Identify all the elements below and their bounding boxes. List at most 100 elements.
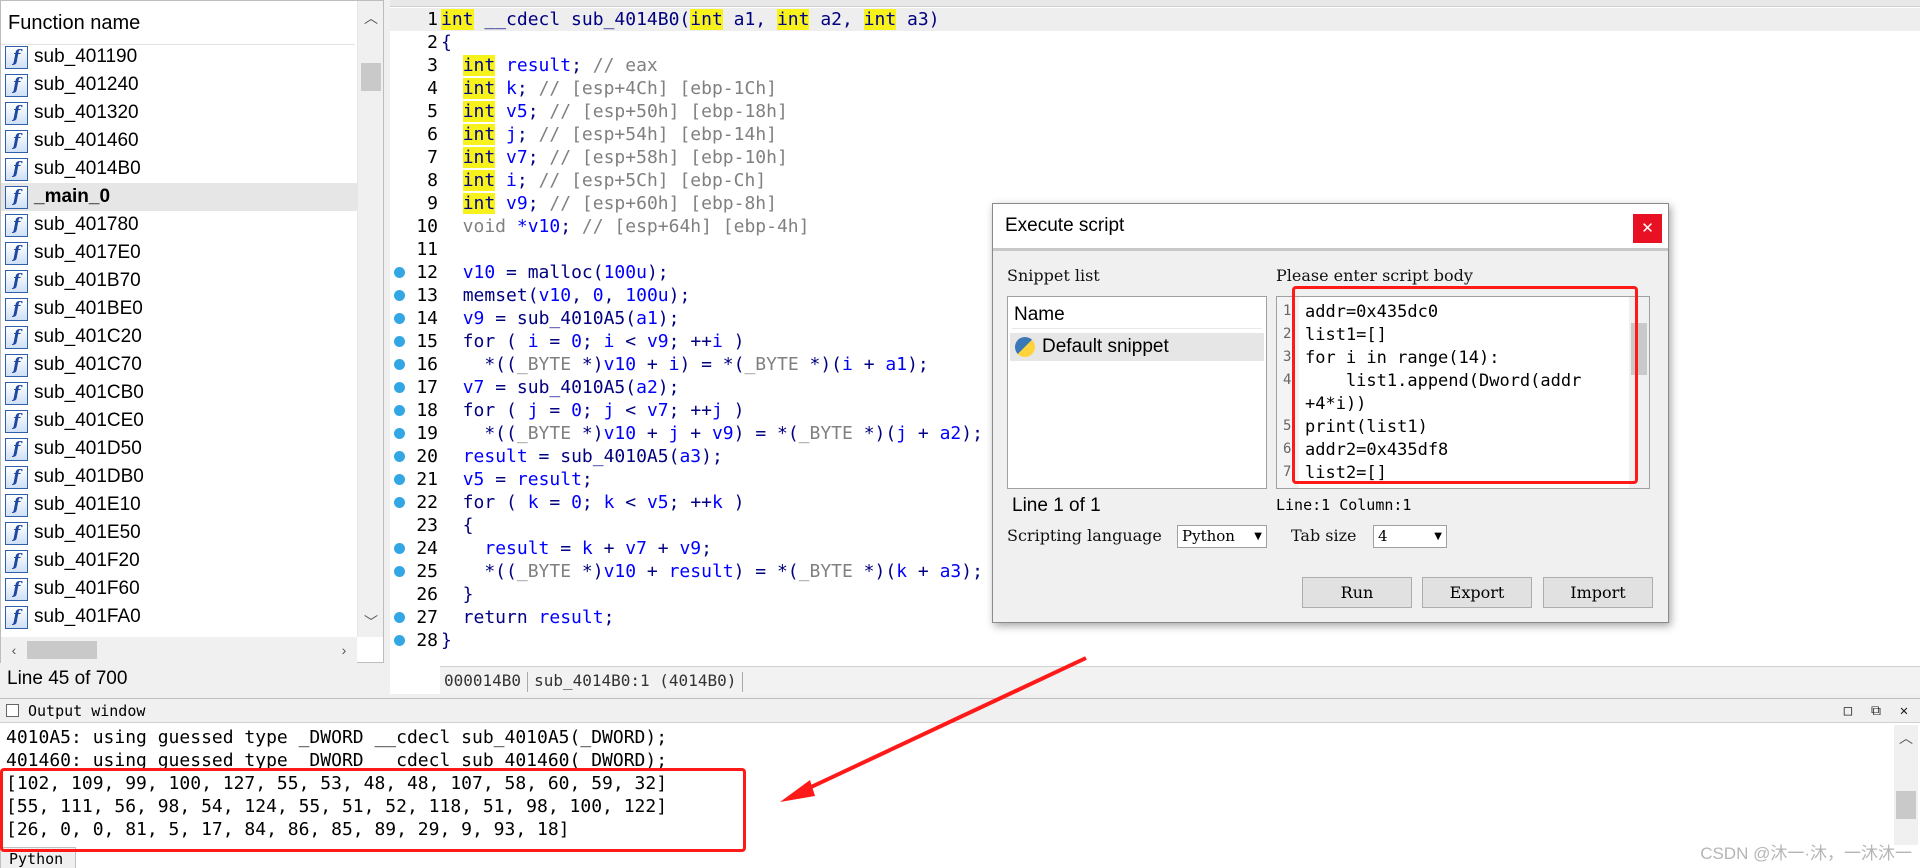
code-token: + xyxy=(852,354,886,375)
code-line[interactable]: 2{ xyxy=(390,31,1920,54)
function-list-item[interactable]: f sub_401E50 xyxy=(1,519,357,547)
code-token: // [esp+60h] [ebp-8h] xyxy=(549,193,777,214)
output-window-title-bar[interactable]: Output window □ ⧉ ✕ xyxy=(0,699,1920,723)
function-list-item[interactable]: f sub_401E10 xyxy=(1,491,357,519)
function-list-item[interactable]: f sub_401BE0 xyxy=(1,295,357,323)
code-token: + xyxy=(592,538,626,559)
code-token: v7 xyxy=(495,147,528,168)
function-list-item[interactable]: f sub_4017E0 xyxy=(1,239,357,267)
function-list-item[interactable]: f sub_401190 xyxy=(1,43,357,71)
function-list-horizontal-scrollbar[interactable]: ‹ › xyxy=(1,637,357,663)
function-list-item[interactable]: f sub_401F60 xyxy=(1,575,357,603)
function-icon: f xyxy=(5,521,28,545)
code-text: *((_BYTE *)v10 + j + v9) = *(_BYTE *)(j … xyxy=(441,422,983,445)
code-token: ) = *( xyxy=(679,354,745,375)
output-highlight-box xyxy=(0,768,746,852)
code-token: for ( xyxy=(441,331,528,352)
close-icon[interactable]: ✕ xyxy=(1892,699,1916,723)
function-list-item[interactable]: f sub_401460 xyxy=(1,127,357,155)
code-token: *)( xyxy=(852,561,897,582)
float-icon[interactable]: ⧉ xyxy=(1864,699,1888,723)
scroll-up-icon[interactable]: ︿ xyxy=(1894,725,1918,751)
code-line[interactable]: 3 int result; // eax xyxy=(390,54,1920,77)
code-text: int result; // eax xyxy=(441,54,658,77)
code-token: < xyxy=(614,492,647,513)
scroll-up-icon[interactable]: ︿ xyxy=(358,5,384,31)
code-token: = xyxy=(484,377,517,398)
function-list-item[interactable]: f sub_401B70 xyxy=(1,267,357,295)
scrollbar-thumb[interactable] xyxy=(361,63,381,91)
tab-size-select[interactable]: 4 ▼ xyxy=(1373,525,1447,548)
run-button[interactable]: Run xyxy=(1302,577,1412,608)
function-list-item-label: sub_401CE0 xyxy=(34,410,144,431)
line-number: 8 xyxy=(427,170,438,191)
scroll-down-icon[interactable]: ﹀ xyxy=(358,609,384,635)
code-line[interactable]: 1 int __cdecl sub_4014B0(int a1, int a2, … xyxy=(390,8,1920,31)
function-list-item[interactable]: f sub_401FA0 xyxy=(1,603,357,631)
maximize-icon[interactable]: □ xyxy=(1836,699,1860,723)
snippet-name-column[interactable]: Name xyxy=(1012,301,1262,329)
snippet-line-count: Line 1 of 1 xyxy=(1012,495,1101,516)
code-token: + xyxy=(907,561,940,582)
function-list-item[interactable]: f sub_401C70 xyxy=(1,351,357,379)
import-button[interactable]: Import xyxy=(1543,577,1653,608)
code-token: } xyxy=(441,630,452,651)
code-token: v10 xyxy=(603,561,637,582)
function-list-item[interactable]: f sub_401D50 xyxy=(1,435,357,463)
code-token: ); xyxy=(961,423,983,444)
code-line[interactable]: 8 int i; // [esp+5Ch] [ebp-Ch] xyxy=(390,169,1920,192)
code-token: // [esp+54h] [ebp-14h] xyxy=(538,124,777,145)
code-text: for ( k = 0; k < v5; ++k ) xyxy=(441,491,745,514)
function-name-column-header[interactable]: Function name xyxy=(1,1,355,45)
code-token: int xyxy=(462,55,496,76)
function-list-item[interactable]: f _main_0 xyxy=(1,183,357,211)
line-number: 5 xyxy=(427,101,438,122)
function-list-item[interactable]: f sub_401320 xyxy=(1,99,357,127)
function-list-item[interactable]: f sub_401F20 xyxy=(1,547,357,575)
scroll-right-icon[interactable]: › xyxy=(331,637,357,663)
function-list-item-label: sub_401190 xyxy=(34,46,138,67)
code-token: ) xyxy=(722,331,745,352)
function-list-vertical-scrollbar[interactable]: ︿ ﹀ xyxy=(357,1,383,637)
line-number: 6 xyxy=(427,124,438,145)
code-token: v9 xyxy=(646,331,669,352)
script-line-number: 7 xyxy=(1283,464,1292,480)
close-icon[interactable]: ✕ xyxy=(1633,214,1662,243)
tab-size-label: Tab size xyxy=(1291,526,1357,545)
code-line[interactable]: 5 int v5; // [esp+50h] [ebp-18h] xyxy=(390,100,1920,123)
snippet-list[interactable]: Name Default snippet xyxy=(1007,296,1267,489)
line-number: 21 xyxy=(416,469,438,490)
scroll-left-icon[interactable]: ‹ xyxy=(1,637,27,663)
dialog-title-bar[interactable]: Execute script ✕ xyxy=(993,204,1668,248)
tab-strip xyxy=(390,0,1920,7)
code-line[interactable]: 7 int v7; // [esp+58h] [ebp-10h] xyxy=(390,146,1920,169)
script-highlight-box xyxy=(1292,286,1638,484)
export-button[interactable]: Export xyxy=(1422,577,1532,608)
code-line[interactable]: 4 int k; // [esp+4Ch] [ebp-1Ch] xyxy=(390,77,1920,100)
function-icon: f xyxy=(5,73,28,97)
function-list-item[interactable]: f sub_401C20 xyxy=(1,323,357,351)
scrollbar-thumb[interactable] xyxy=(1896,791,1916,819)
code-token: j xyxy=(896,423,908,444)
function-list-item[interactable]: f sub_401CB0 xyxy=(1,379,357,407)
scrollbar-thumb[interactable] xyxy=(27,641,97,659)
code-line[interactable]: 28} xyxy=(390,629,1920,652)
function-list-item[interactable]: f sub_4014B0 xyxy=(1,155,357,183)
snippet-item-default[interactable]: Default snippet xyxy=(1010,333,1264,361)
code-token: ); xyxy=(961,561,983,582)
scripting-language-select[interactable]: Python ▼ xyxy=(1177,525,1267,548)
function-list-item[interactable]: f sub_401CE0 xyxy=(1,407,357,435)
code-token: = xyxy=(538,400,572,421)
code-line[interactable]: 6 int j; // [esp+54h] [ebp-14h] xyxy=(390,123,1920,146)
output-vertical-scrollbar[interactable]: ︿ xyxy=(1894,725,1918,845)
line-number: 25 xyxy=(416,561,438,582)
function-list-item[interactable]: f sub_401240 xyxy=(1,71,357,99)
code-token: a3) xyxy=(896,9,940,30)
function-list-item[interactable]: f sub_401780 xyxy=(1,211,357,239)
code-token: ); xyxy=(657,377,680,398)
function-list-item[interactable]: f sub_401DB0 xyxy=(1,463,357,491)
function-list: f sub_401190 f sub_401240 f sub_401320 f sub_40… xyxy=(1,43,357,637)
output-line: 4010A5: using guessed type _DWORD __cdec… xyxy=(6,727,668,748)
